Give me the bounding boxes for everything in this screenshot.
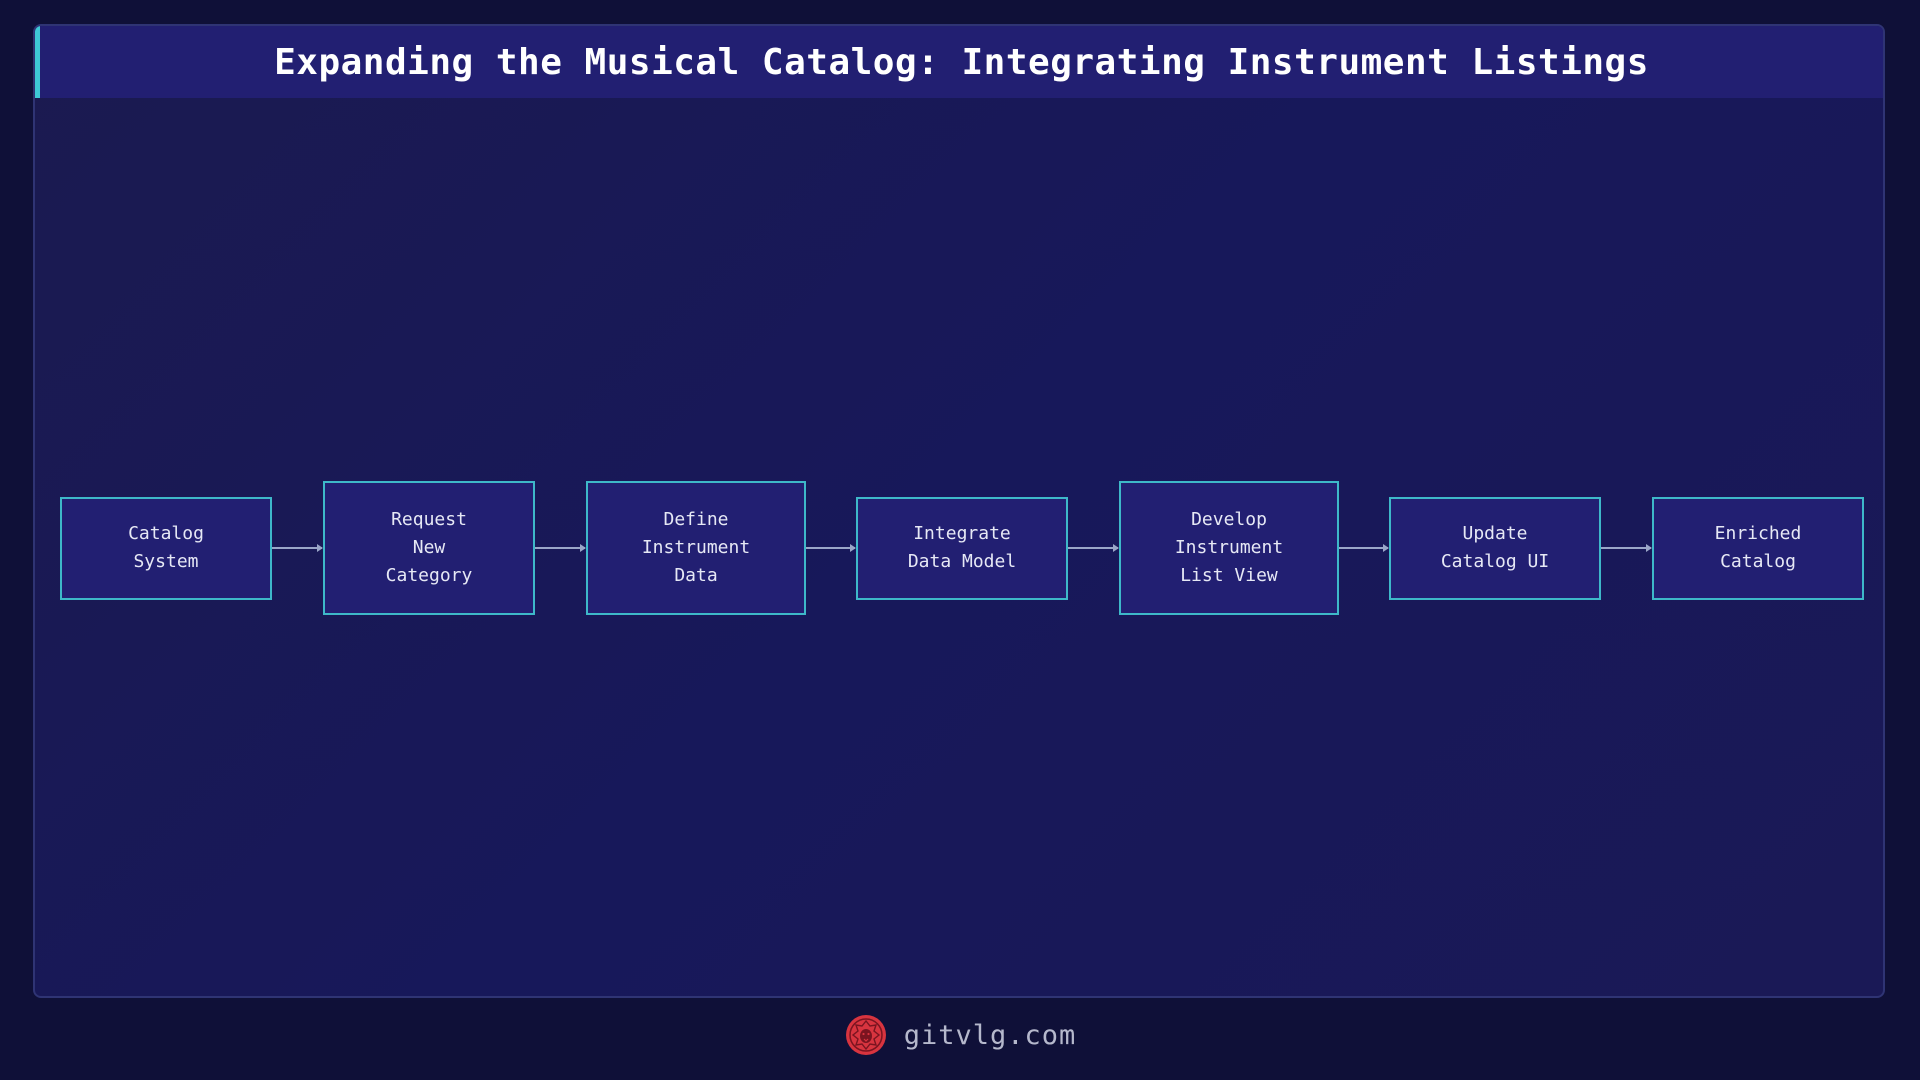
flow-arrow-2 bbox=[535, 544, 586, 552]
flow-node-define-instrument-data: Define Instrument Data bbox=[586, 481, 806, 615]
flow-arrow-4 bbox=[1068, 544, 1119, 552]
flow-node-request-new-category: Request New Category bbox=[323, 481, 535, 615]
flowchart: Catalog System Request New Category Define… bbox=[35, 26, 1883, 996]
flow-arrow-6 bbox=[1601, 544, 1652, 552]
diagram-panel: Expanding the Musical Catalog: Integrati… bbox=[33, 24, 1885, 998]
flow-arrow-5 bbox=[1339, 544, 1389, 552]
site-url: gitvlg.com bbox=[903, 1019, 1077, 1051]
footer: gitvlg.com bbox=[0, 1010, 1920, 1060]
lion-logo-icon bbox=[845, 1015, 886, 1055]
flow-node-develop-instrument-list-view: Develop Instrument List View bbox=[1119, 481, 1339, 615]
flow-arrow-1 bbox=[272, 544, 323, 552]
flow-node-update-catalog-ui: Update Catalog UI bbox=[1389, 496, 1601, 600]
flow-arrow-3 bbox=[806, 544, 856, 552]
flow-node-catalog-system: Catalog System bbox=[60, 496, 272, 600]
flow-node-integrate-data-model: Integrate Data Model bbox=[856, 496, 1068, 600]
flow-node-enriched-catalog: Enriched Catalog bbox=[1652, 496, 1864, 600]
